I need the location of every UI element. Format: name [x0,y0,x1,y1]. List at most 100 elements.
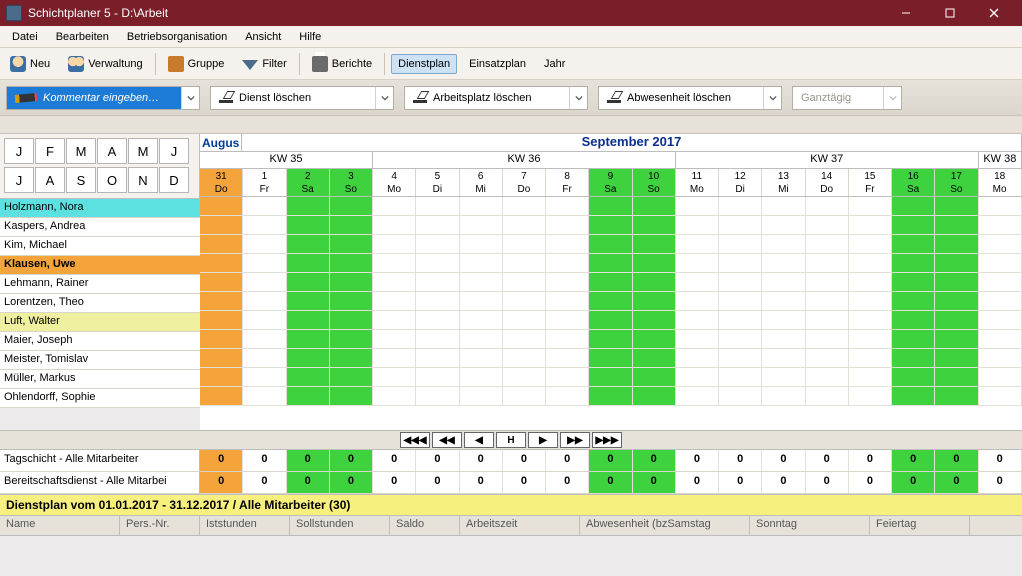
chevron-down-icon[interactable] [181,87,199,109]
grid-cell[interactable] [762,216,805,234]
grid-cell[interactable] [460,273,503,291]
grid-cell[interactable] [719,368,762,386]
grid-cell[interactable] [762,254,805,272]
grid-cell[interactable] [806,273,849,291]
grid-cell[interactable] [546,197,589,215]
chevron-down-icon[interactable] [569,87,587,109]
grid-cell[interactable] [892,197,935,215]
grid-cell[interactable] [762,330,805,348]
grid-cell[interactable] [719,216,762,234]
menu-hilfe[interactable]: Hilfe [291,28,329,46]
month-button-n[interactable]: N [128,167,158,193]
grid-cell[interactable] [806,254,849,272]
grid-cell[interactable] [460,330,503,348]
grid-cell[interactable] [849,368,892,386]
grid-cell[interactable] [460,254,503,272]
grid-cell[interactable] [287,197,330,215]
grid-cell[interactable] [373,273,416,291]
day-header[interactable]: 2Sa [287,169,330,196]
table-header[interactable]: Feiertag [870,516,970,535]
grid-cell[interactable] [200,273,243,291]
grid-cell[interactable] [762,311,805,329]
grid-cell[interactable] [330,235,373,253]
employee-row[interactable]: Müller, Markus [0,370,200,389]
dienst-loeschen-combo[interactable]: Dienst löschen [210,86,394,110]
grid-cell[interactable] [243,311,286,329]
table-header[interactable]: Iststunden [200,516,290,535]
week-header[interactable]: KW 35 [200,152,373,168]
grid-cell[interactable] [287,254,330,272]
grid-cell[interactable] [460,197,503,215]
day-header[interactable]: 6Mi [460,169,503,196]
grid-cell[interactable] [589,349,632,367]
grid-cell[interactable] [200,197,243,215]
grid-cell[interactable] [416,235,459,253]
employee-row[interactable]: Maier, Joseph [0,332,200,351]
grid-cell[interactable] [935,254,978,272]
grid-cell[interactable] [589,311,632,329]
grid-cell[interactable] [633,197,676,215]
grid-cell[interactable] [935,292,978,310]
grid-row[interactable] [200,368,1022,387]
day-header[interactable]: 13Mi [762,169,805,196]
nav-button[interactable]: ◀ [464,432,494,448]
grid-cell[interactable] [589,254,632,272]
grid-row[interactable] [200,254,1022,273]
grid-cell[interactable] [416,216,459,234]
grid-cell[interactable] [633,216,676,234]
grid-cell[interactable] [200,216,243,234]
grid-cell[interactable] [849,273,892,291]
grid-cell[interactable] [373,235,416,253]
grid-cell[interactable] [243,273,286,291]
grid-cell[interactable] [287,292,330,310]
grid-cell[interactable] [503,311,546,329]
grid-cell[interactable] [935,216,978,234]
day-header[interactable]: 3So [330,169,373,196]
grid-cell[interactable] [330,368,373,386]
grid-row[interactable] [200,387,1022,406]
grid-cell[interactable] [762,387,805,405]
grid-cell[interactable] [373,254,416,272]
schedule-grid[interactable] [200,197,1022,430]
grid-cell[interactable] [416,292,459,310]
grid-cell[interactable] [373,216,416,234]
grid-cell[interactable] [416,349,459,367]
month-button-m[interactable]: M [66,138,96,164]
month-button-j[interactable]: J [4,138,34,164]
grid-cell[interactable] [503,254,546,272]
einsatzplan-tab[interactable]: Einsatzplan [463,55,532,73]
grid-cell[interactable] [849,387,892,405]
grid-cell[interactable] [806,197,849,215]
table-header[interactable]: Pers.-Nr. [120,516,200,535]
table-header[interactable]: Name [0,516,120,535]
grid-cell[interactable] [935,368,978,386]
grid-cell[interactable] [546,368,589,386]
grid-cell[interactable] [503,368,546,386]
grid-cell[interactable] [633,387,676,405]
grid-cell[interactable] [849,235,892,253]
employee-row[interactable]: Meister, Tomislav [0,351,200,370]
day-header[interactable]: 4Mo [373,169,416,196]
grid-cell[interactable] [633,330,676,348]
grid-cell[interactable] [892,368,935,386]
nav-button[interactable]: ◀◀ [432,432,462,448]
grid-cell[interactable] [200,387,243,405]
grid-cell[interactable] [373,368,416,386]
grid-row[interactable] [200,235,1022,254]
grid-cell[interactable] [503,273,546,291]
day-header[interactable]: 17So [935,169,978,196]
grid-cell[interactable] [200,349,243,367]
employee-row[interactable]: Lorentzen, Theo [0,294,200,313]
grid-cell[interactable] [979,235,1022,253]
neu-button[interactable]: Neu [4,53,56,75]
grid-cell[interactable] [676,330,719,348]
grid-cell[interactable] [892,292,935,310]
grid-cell[interactable] [849,216,892,234]
grid-cell[interactable] [416,311,459,329]
grid-cell[interactable] [633,292,676,310]
grid-cell[interactable] [243,197,286,215]
day-header[interactable]: 11Mo [676,169,719,196]
grid-cell[interactable] [589,330,632,348]
week-header[interactable]: KW 37 [676,152,979,168]
grid-cell[interactable] [935,235,978,253]
